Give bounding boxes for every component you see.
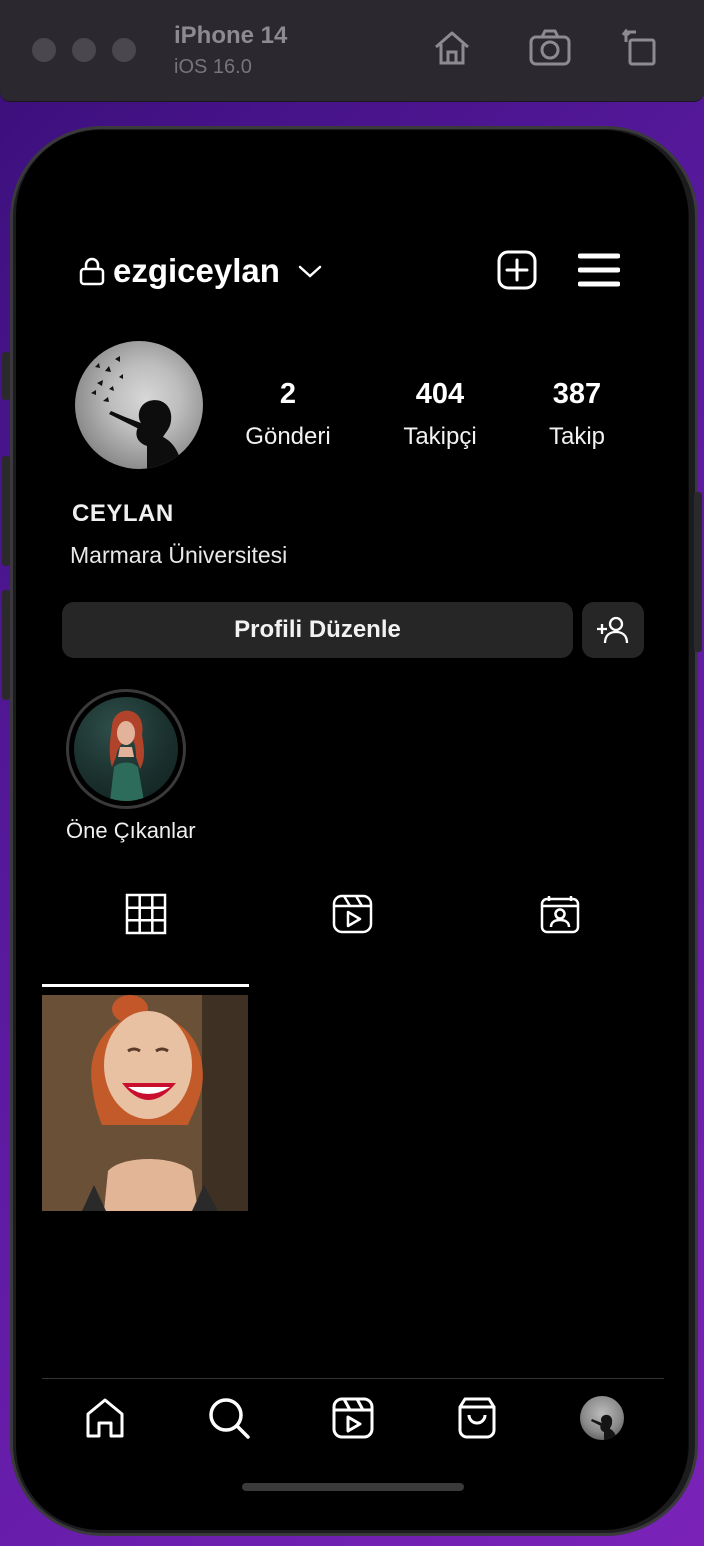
menu-icon bbox=[577, 253, 621, 287]
stat-posts-value: 2 bbox=[279, 378, 297, 410]
chevron-down-icon[interactable] bbox=[296, 260, 324, 282]
stat-posts-label: Gönderi bbox=[245, 423, 331, 450]
os-version: iOS 16.0 bbox=[174, 56, 252, 78]
home-icon bbox=[86, 1398, 124, 1438]
stat-following[interactable]: 387 Takip bbox=[507, 378, 647, 451]
post-thumbnail[interactable] bbox=[42, 995, 248, 1211]
hamburger-menu-button[interactable] bbox=[577, 252, 621, 288]
highlight-story[interactable] bbox=[66, 689, 186, 809]
shop-icon bbox=[458, 1397, 496, 1439]
nav-reels[interactable] bbox=[331, 1396, 375, 1440]
active-tab-indicator bbox=[42, 984, 249, 987]
highlight-thumbnail bbox=[74, 697, 178, 801]
plus-square-icon bbox=[497, 250, 537, 290]
lock-icon bbox=[78, 256, 106, 286]
create-post-button[interactable] bbox=[497, 250, 537, 290]
stat-following-value: 387 bbox=[552, 378, 602, 410]
highlight-label: Öne Çıkanlar bbox=[66, 818, 196, 843]
nav-search[interactable] bbox=[207, 1396, 251, 1440]
grid-icon bbox=[125, 893, 167, 935]
bottom-nav-divider bbox=[42, 1378, 664, 1379]
stat-followers-value: 404 bbox=[415, 378, 465, 410]
add-person-icon bbox=[597, 616, 629, 644]
stat-posts[interactable]: 2 Gönderi bbox=[218, 378, 358, 451]
device-name: iPhone 14 bbox=[174, 22, 288, 49]
tab-reels[interactable] bbox=[332, 893, 374, 935]
profile-username[interactable]: ezgiceylan bbox=[113, 252, 280, 290]
tagged-icon bbox=[540, 896, 580, 934]
tab-tagged[interactable] bbox=[539, 893, 581, 935]
mute-switch bbox=[2, 352, 10, 400]
tab-posts-grid[interactable] bbox=[125, 893, 167, 935]
minimize-window-button[interactable] bbox=[72, 38, 96, 62]
edit-profile-button[interactable]: Profili Düzenle bbox=[62, 602, 573, 658]
home-indicator-bar bbox=[242, 1483, 464, 1491]
zoom-window-button[interactable] bbox=[112, 38, 136, 62]
search-icon bbox=[209, 1398, 250, 1439]
dynamic-island bbox=[226, 150, 476, 210]
volume-down-button bbox=[2, 590, 10, 700]
close-window-button[interactable] bbox=[32, 38, 56, 62]
rotate-icon[interactable] bbox=[620, 26, 664, 70]
stat-following-label: Takip bbox=[548, 423, 606, 450]
stat-followers-label: Takipçi bbox=[403, 423, 477, 450]
profile-avatar[interactable] bbox=[75, 341, 203, 469]
discover-people-button[interactable] bbox=[582, 602, 644, 658]
nav-home[interactable] bbox=[83, 1396, 127, 1440]
reels-icon bbox=[332, 1397, 374, 1439]
profile-display-name: CEYLAN bbox=[72, 500, 174, 527]
profile-bio: Marmara Üniversitesi bbox=[70, 542, 288, 568]
nav-profile-avatar[interactable] bbox=[580, 1396, 624, 1440]
simulator-toolbar: iPhone 14 iOS 16.0 bbox=[0, 0, 704, 102]
power-button bbox=[694, 492, 702, 652]
stat-followers[interactable]: 404 Takipçi bbox=[370, 378, 510, 451]
nav-shop[interactable] bbox=[455, 1396, 499, 1440]
home-icon[interactable] bbox=[430, 26, 474, 70]
volume-up-button bbox=[2, 456, 10, 566]
screenshot-icon[interactable] bbox=[528, 26, 572, 70]
reels-icon bbox=[332, 894, 373, 934]
